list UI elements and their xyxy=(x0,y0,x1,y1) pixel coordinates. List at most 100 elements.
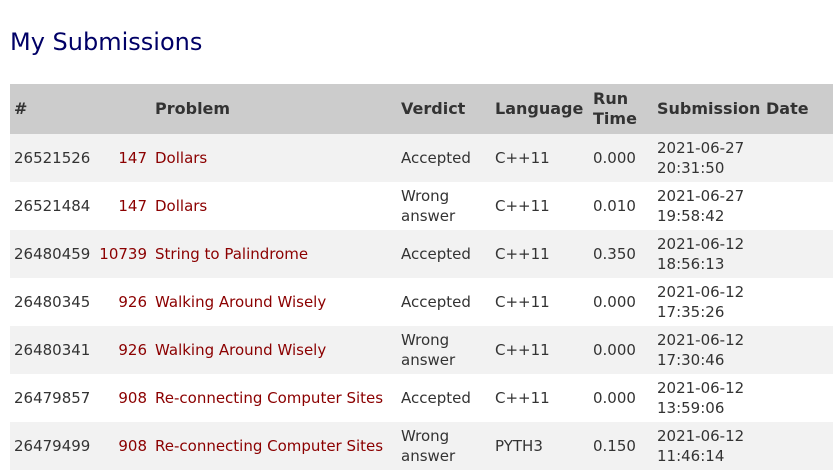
submission-date-day: 2021-06-12 xyxy=(657,427,745,445)
header-run-time: Run Time xyxy=(589,84,653,134)
submission-date-time: 17:35:26 xyxy=(657,303,725,321)
submission-date-day: 2021-06-27 xyxy=(657,139,745,157)
submission-date: 2021-06-12 11:46:14 xyxy=(653,422,833,470)
verdict: Accepted xyxy=(397,134,491,182)
run-time: 0.000 xyxy=(589,134,653,182)
problem-name[interactable]: Dollars xyxy=(151,134,397,182)
verdict-line1: Accepted xyxy=(401,293,471,311)
problem-number[interactable]: 10739 xyxy=(94,230,151,278)
page-title: My Submissions xyxy=(10,28,203,56)
submission-date-time: 19:58:42 xyxy=(657,207,725,225)
language: C++11 xyxy=(491,230,589,278)
submission-date: 2021-06-12 17:30:46 xyxy=(653,326,833,374)
header-run-time-line2: Time xyxy=(593,109,637,128)
verdict-line1: Wrong xyxy=(401,331,450,349)
problem-number-link[interactable]: 147 xyxy=(118,149,147,167)
problem-number-link[interactable]: 10739 xyxy=(99,245,147,263)
submission-date: 2021-06-12 13:59:06 xyxy=(653,374,833,422)
problem-number[interactable]: 926 xyxy=(94,326,151,374)
submission-id: 26479499 xyxy=(10,422,94,470)
problem-name-link[interactable]: String to Palindrome xyxy=(155,245,308,263)
submission-date-time: 20:31:50 xyxy=(657,159,725,177)
language: C++11 xyxy=(491,134,589,182)
verdict: Wrong answer xyxy=(397,326,491,374)
problem-name[interactable]: Re-connecting Computer Sites xyxy=(151,374,397,422)
submission-id: 26479857 xyxy=(10,374,94,422)
problem-name-link[interactable]: Dollars xyxy=(155,149,207,167)
problem-name-link[interactable]: Re-connecting Computer Sites xyxy=(155,389,383,407)
language: C++11 xyxy=(491,182,589,230)
submission-date-time: 17:30:46 xyxy=(657,351,725,369)
problem-name[interactable]: String to Palindrome xyxy=(151,230,397,278)
verdict-line1: Accepted xyxy=(401,245,471,263)
submission-date-day: 2021-06-12 xyxy=(657,331,745,349)
problem-number[interactable]: 908 xyxy=(94,422,151,470)
verdict: Wrong answer xyxy=(397,182,491,230)
run-time: 0.010 xyxy=(589,182,653,230)
language: C++11 xyxy=(491,278,589,326)
verdict-line2: answer xyxy=(401,351,456,369)
problem-number[interactable]: 908 xyxy=(94,374,151,422)
run-time: 0.000 xyxy=(589,278,653,326)
problem-number[interactable]: 147 xyxy=(94,134,151,182)
submission-date: 2021-06-12 18:56:13 xyxy=(653,230,833,278)
problem-number[interactable]: 926 xyxy=(94,278,151,326)
verdict-line1: Accepted xyxy=(401,389,471,407)
header-problem: Problem xyxy=(151,84,397,134)
submissions-table: # Problem Verdict Language Run Time Subm… xyxy=(10,84,833,470)
problem-number-link[interactable]: 908 xyxy=(118,389,147,407)
submission-id: 26480345 xyxy=(10,278,94,326)
submission-id: 26521526 xyxy=(10,134,94,182)
problem-number[interactable]: 147 xyxy=(94,182,151,230)
verdict: Accepted xyxy=(397,230,491,278)
verdict: Wrong answer xyxy=(397,422,491,470)
submission-date-time: 13:59:06 xyxy=(657,399,725,417)
submission-date-day: 2021-06-27 xyxy=(657,187,745,205)
table-row: 26480341 926 Walking Around Wisely Wrong… xyxy=(10,326,833,374)
language: C++11 xyxy=(491,326,589,374)
problem-name[interactable]: Dollars xyxy=(151,182,397,230)
problem-number-link[interactable]: 908 xyxy=(118,437,147,455)
header-verdict: Verdict xyxy=(397,84,491,134)
table-row: 26521484 147 Dollars Wrong answer C++11 … xyxy=(10,182,833,230)
run-time: 0.150 xyxy=(589,422,653,470)
language: C++11 xyxy=(491,374,589,422)
submission-id: 26480459 xyxy=(10,230,94,278)
problem-name[interactable]: Re-connecting Computer Sites xyxy=(151,422,397,470)
problem-number-link[interactable]: 926 xyxy=(118,293,147,311)
submission-date: 2021-06-27 20:31:50 xyxy=(653,134,833,182)
problem-name-link[interactable]: Walking Around Wisely xyxy=(155,341,326,359)
problem-name[interactable]: Walking Around Wisely xyxy=(151,278,397,326)
verdict-line1: Wrong xyxy=(401,427,450,445)
submission-date-time: 11:46:14 xyxy=(657,447,725,465)
table-header-row: # Problem Verdict Language Run Time Subm… xyxy=(10,84,833,134)
table-row: 26479857 908 Re-connecting Computer Site… xyxy=(10,374,833,422)
submission-date: 2021-06-27 19:58:42 xyxy=(653,182,833,230)
run-time: 0.000 xyxy=(589,374,653,422)
table-row: 26480459 10739 String to Palindrome Acce… xyxy=(10,230,833,278)
submission-id: 26521484 xyxy=(10,182,94,230)
problem-name-link[interactable]: Dollars xyxy=(155,197,207,215)
verdict-line1: Wrong xyxy=(401,187,450,205)
submission-id: 26480341 xyxy=(10,326,94,374)
verdict: Accepted xyxy=(397,374,491,422)
run-time: 0.350 xyxy=(589,230,653,278)
verdict: Accepted xyxy=(397,278,491,326)
language: PYTH3 xyxy=(491,422,589,470)
header-language: Language xyxy=(491,84,589,134)
run-time: 0.000 xyxy=(589,326,653,374)
problem-number-link[interactable]: 147 xyxy=(118,197,147,215)
problem-name[interactable]: Walking Around Wisely xyxy=(151,326,397,374)
submission-date: 2021-06-12 17:35:26 xyxy=(653,278,833,326)
verdict-line2: answer xyxy=(401,447,456,465)
submission-date-time: 18:56:13 xyxy=(657,255,725,273)
verdict-line1: Accepted xyxy=(401,149,471,167)
problem-name-link[interactable]: Walking Around Wisely xyxy=(155,293,326,311)
problem-name-link[interactable]: Re-connecting Computer Sites xyxy=(155,437,383,455)
submission-date-day: 2021-06-12 xyxy=(657,379,745,397)
problem-number-link[interactable]: 926 xyxy=(118,341,147,359)
header-id: # xyxy=(10,84,94,134)
header-problem-spacer xyxy=(94,84,151,134)
submission-date-day: 2021-06-12 xyxy=(657,283,745,301)
header-run-time-line1: Run xyxy=(593,89,629,108)
